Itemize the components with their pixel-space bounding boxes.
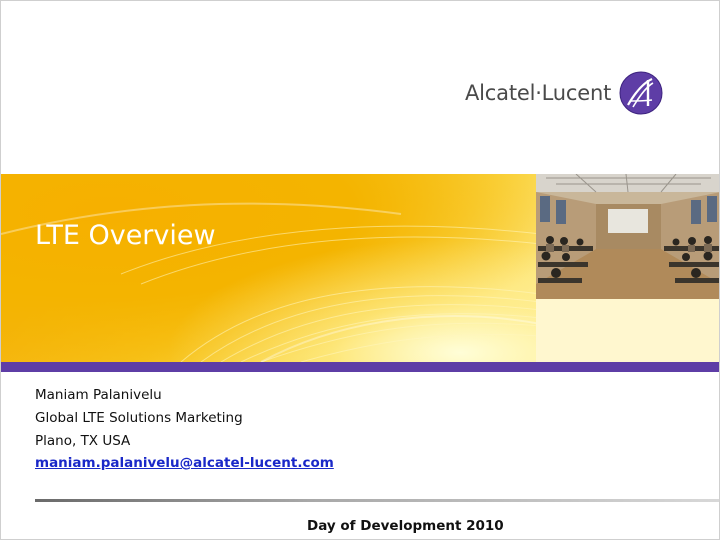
- classroom-photo: [536, 174, 719, 299]
- presenter-name: Maniam Palanivelu: [35, 387, 162, 403]
- footer-divider: [35, 499, 719, 502]
- banner-swirl-decoration: [1, 202, 541, 362]
- presenter-email-link[interactable]: maniam.palanivelu@alcatel-lucent.com: [35, 455, 334, 471]
- title-banner: [1, 174, 541, 362]
- slide: Alcatel·Lucent LTE Overview Maniam Palan…: [0, 0, 720, 540]
- presenter-role: Global LTE Solutions Marketing: [35, 410, 243, 426]
- footer-event: Day of Development 2010: [307, 518, 504, 534]
- alcatel-lucent-logo-icon: [619, 71, 663, 115]
- presenter-location: Plano, TX USA: [35, 433, 131, 449]
- accent-bar: [1, 362, 719, 372]
- logo-wordmark: Alcatel·Lucent: [465, 81, 612, 105]
- slide-title: LTE Overview: [35, 220, 216, 251]
- banner-right-fill: [536, 299, 719, 362]
- company-logo: Alcatel·Lucent: [465, 71, 663, 115]
